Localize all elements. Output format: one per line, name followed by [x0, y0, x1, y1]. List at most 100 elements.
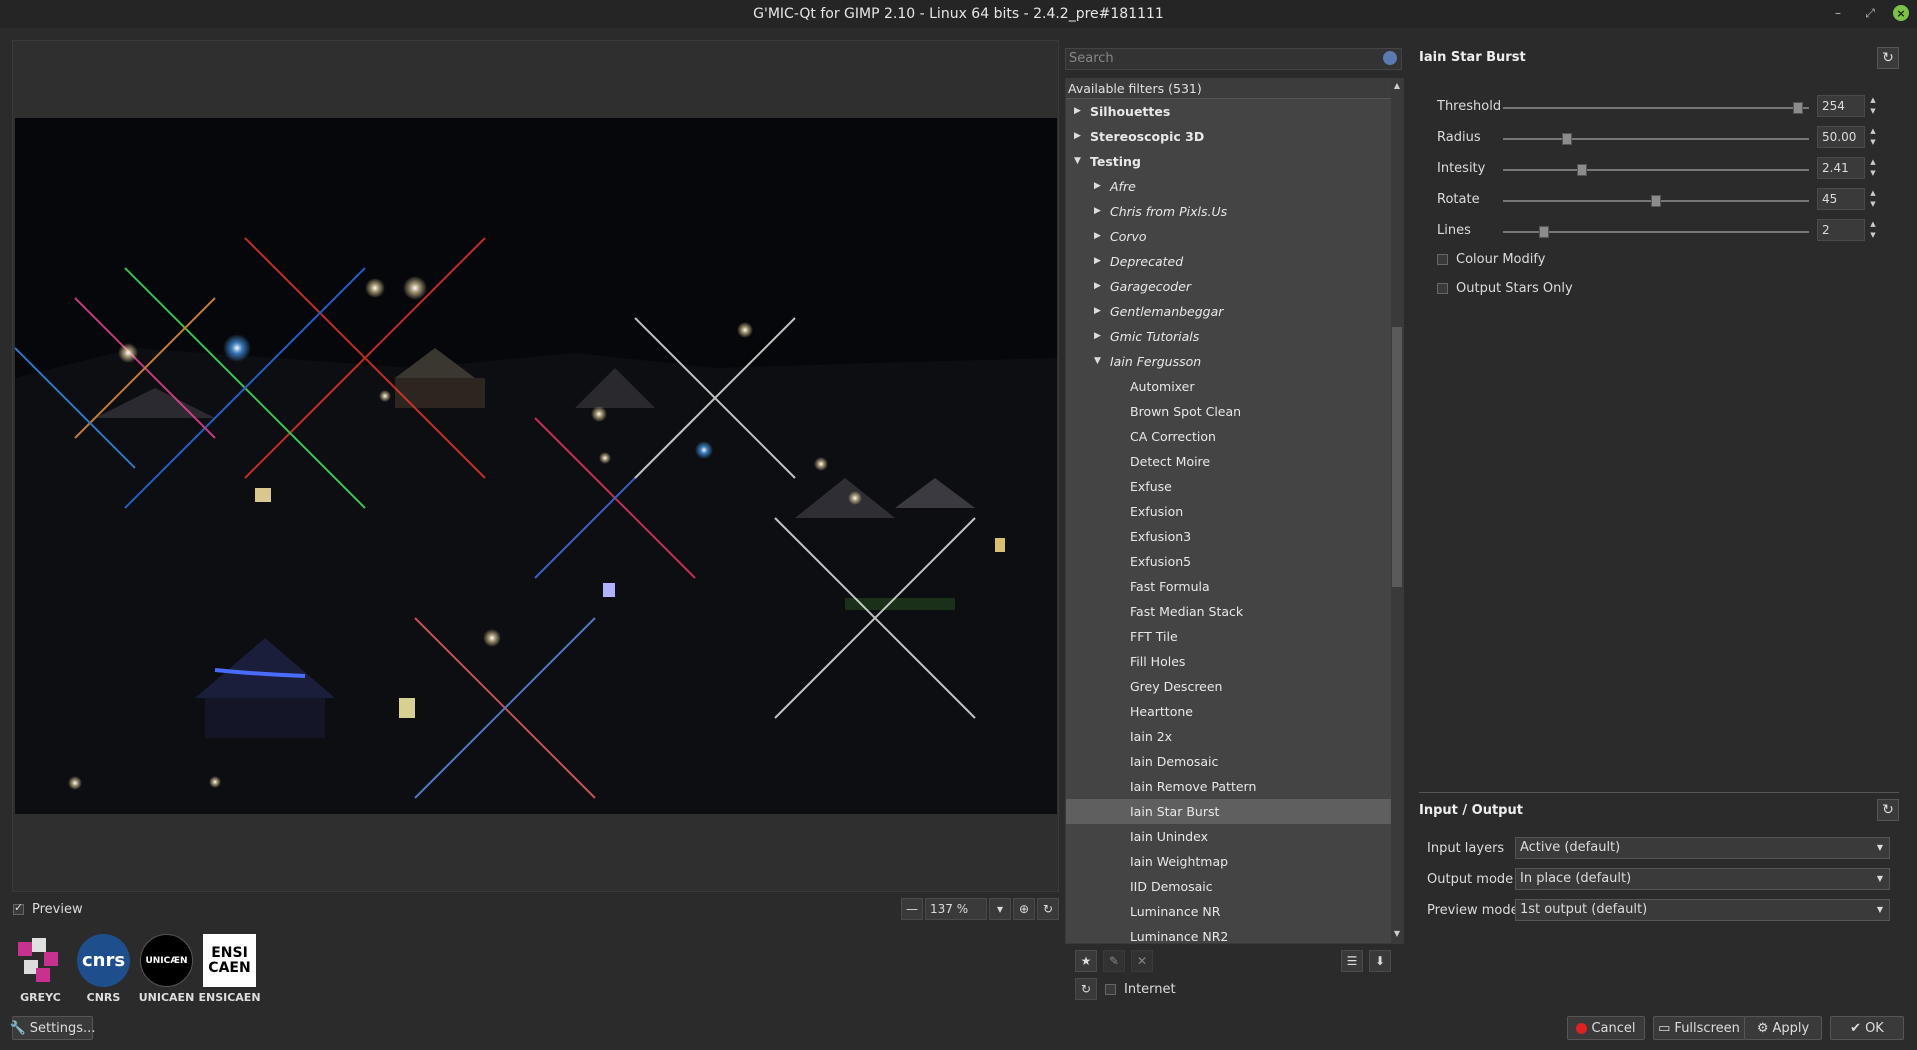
filter-item[interactable]: CA Correction — [1066, 424, 1403, 449]
expand-arrow-icon[interactable]: ▶ — [1094, 324, 1101, 349]
slider-thumb[interactable] — [1577, 164, 1587, 176]
param-spinbox[interactable]: 45 — [1817, 188, 1865, 210]
slider-track[interactable] — [1503, 102, 1809, 114]
preview-checkbox[interactable] — [13, 901, 24, 915]
remove-favorite-icon[interactable]: ✕ — [1131, 950, 1153, 972]
slider-track[interactable] — [1503, 226, 1809, 238]
category-row[interactable]: ▼ Testing — [1066, 149, 1403, 174]
subcategory-row[interactable]: ▶ Corvo — [1066, 224, 1403, 249]
category-row[interactable]: ▶ Stereoscopic 3D — [1066, 124, 1403, 149]
zoom-dropdown-icon[interactable]: ▾ — [989, 898, 1011, 920]
expand-arrow-icon[interactable]: ▶ — [1094, 174, 1101, 199]
filter-item[interactable]: Iain Weightmap — [1066, 849, 1403, 874]
minimize-icon[interactable]: – — [1829, 4, 1847, 22]
filter-item[interactable]: Luminance NR2 — [1066, 924, 1403, 943]
filter-item[interactable]: Exfusion5 — [1066, 549, 1403, 574]
filter-item[interactable]: IID Demosaic — [1066, 874, 1403, 899]
filter-item[interactable]: Fast Median Stack — [1066, 599, 1403, 624]
expand-arrow-icon[interactable]: ▶ — [1094, 249, 1101, 274]
subcategory-row[interactable]: ▶ Chris from Pixls.Us — [1066, 199, 1403, 224]
apply-button[interactable]: ⚙ Apply — [1744, 1016, 1822, 1040]
category-row[interactable]: ▶ Silhouettes — [1066, 99, 1403, 124]
update-icon[interactable]: ↻ — [1075, 978, 1097, 1000]
param-spinbox[interactable]: 50.00 — [1817, 126, 1865, 148]
filter-item[interactable]: Iain Remove Pattern — [1066, 774, 1403, 799]
output-mode-select[interactable]: In place (default) ▼ — [1515, 868, 1890, 890]
subcategory-row[interactable]: ▶ Deprecated — [1066, 249, 1403, 274]
zoom-reset-icon[interactable]: ↻ — [1037, 898, 1059, 920]
spin-arrows-icon[interactable]: ▲ ▼ — [1867, 219, 1879, 241]
subcategory-row[interactable]: ▼ Iain Fergusson — [1066, 349, 1403, 374]
preview-mode-select[interactable]: 1st output (default) ▼ — [1515, 899, 1890, 921]
filter-item[interactable]: Iain Demosaic — [1066, 749, 1403, 774]
slider-thumb[interactable] — [1538, 226, 1549, 238]
slider-track[interactable] — [1503, 164, 1809, 176]
slider-track[interactable] — [1503, 195, 1809, 207]
expand-arrow-icon[interactable]: ▶ — [1094, 199, 1101, 224]
search-input[interactable]: Search — [1065, 48, 1402, 70]
filter-item-selected[interactable]: Iain Star Burst — [1066, 799, 1403, 824]
preview-image[interactable] — [15, 118, 1057, 814]
zoom-input[interactable]: 137 % — [925, 898, 987, 920]
expand-arrow-icon[interactable]: ▶ — [1094, 224, 1101, 249]
spin-arrows-icon[interactable]: ▲ ▼ — [1867, 95, 1879, 117]
cancel-button[interactable]: Cancel — [1567, 1016, 1645, 1040]
subcategory-row[interactable]: ▶ Garagecoder — [1066, 274, 1403, 299]
expand-arrow-icon[interactable]: ▶ — [1074, 99, 1081, 124]
spin-arrows-icon[interactable]: ▲ ▼ — [1867, 126, 1879, 148]
toggle-visibility-icon[interactable]: ☰ — [1341, 950, 1363, 972]
filter-item[interactable]: Detect Moire — [1066, 449, 1403, 474]
filter-item[interactable]: Fill Holes — [1066, 649, 1403, 674]
reset-io-icon[interactable]: ↻ — [1877, 799, 1899, 821]
settings-button[interactable]: 🔧 Settings... — [10, 1016, 95, 1040]
collapse-arrow-icon[interactable]: ▼ — [1074, 149, 1081, 174]
subcategory-row[interactable]: ▶ Afre — [1066, 174, 1403, 199]
filter-item[interactable]: Automixer — [1066, 374, 1403, 399]
collapse-arrow-icon[interactable]: ▼ — [1094, 349, 1101, 374]
output-stars-option[interactable]: Output Stars Only — [1437, 281, 1573, 296]
search-icon[interactable] — [1383, 51, 1397, 65]
internet-checkbox[interactable] — [1105, 983, 1116, 995]
input-layers-select[interactable]: Active (default) ▼ — [1515, 837, 1890, 859]
add-favorite-icon[interactable]: ★ — [1075, 950, 1097, 972]
preview-toggle[interactable]: Preview — [13, 901, 83, 917]
zoom-out-icon[interactable]: — — [901, 898, 923, 920]
expand-arrow-icon[interactable]: ▶ — [1094, 274, 1101, 299]
colour-modify-option[interactable]: Colour Modify — [1437, 252, 1545, 267]
colour-modify-checkbox[interactable] — [1437, 254, 1448, 265]
subcategory-row[interactable]: ▶ Gentlemanbeggar — [1066, 299, 1403, 324]
filter-item[interactable]: Iain Unindex — [1066, 824, 1403, 849]
spin-arrows-icon[interactable]: ▲ ▼ — [1867, 157, 1879, 179]
filter-item[interactable]: Exfuse — [1066, 474, 1403, 499]
rename-favorite-icon[interactable]: ✎ — [1103, 950, 1125, 972]
reset-params-icon[interactable]: ↻ — [1877, 47, 1899, 69]
subcategory-row[interactable]: ▶ Gmic Tutorials — [1066, 324, 1403, 349]
zoom-fit-icon[interactable]: ⊕ — [1013, 898, 1035, 920]
filter-item[interactable]: Hearttone — [1066, 699, 1403, 724]
scroll-up-icon[interactable]: ▲ — [1392, 81, 1402, 93]
filter-item[interactable]: Exfusion3 — [1066, 524, 1403, 549]
scroll-thumb[interactable] — [1392, 327, 1402, 587]
slider-thumb[interactable] — [1562, 133, 1573, 145]
close-icon[interactable]: × — [1893, 5, 1909, 21]
filter-item[interactable]: Exfusion — [1066, 499, 1403, 524]
param-spinbox[interactable]: 2 — [1817, 219, 1865, 241]
expand-all-icon[interactable]: ⬇ — [1369, 950, 1391, 972]
spin-arrows-icon[interactable]: ▲ ▼ — [1867, 188, 1879, 210]
filter-item[interactable]: FFT Tile — [1066, 624, 1403, 649]
slider-thumb[interactable] — [1651, 195, 1661, 207]
slider-track[interactable] — [1503, 133, 1809, 145]
param-spinbox[interactable]: 2.41 — [1817, 157, 1865, 179]
maximize-icon[interactable]: ⤢ — [1861, 4, 1879, 22]
slider-thumb[interactable] — [1793, 102, 1804, 114]
scroll-down-icon[interactable]: ▼ — [1392, 929, 1402, 941]
io-separator[interactable] — [1419, 792, 1899, 793]
param-spinbox[interactable]: 254 — [1817, 95, 1865, 117]
filter-item[interactable]: Luminance NR — [1066, 899, 1403, 924]
filter-item[interactable]: Iain 2x — [1066, 724, 1403, 749]
filter-item[interactable]: Fast Formula — [1066, 574, 1403, 599]
expand-arrow-icon[interactable]: ▶ — [1094, 299, 1101, 324]
filter-item[interactable]: Brown Spot Clean — [1066, 399, 1403, 424]
fullscreen-button[interactable]: ▭ Fullscreen — [1653, 1016, 1745, 1040]
tree-scrollbar[interactable]: ▲ ▼ — [1391, 79, 1403, 943]
